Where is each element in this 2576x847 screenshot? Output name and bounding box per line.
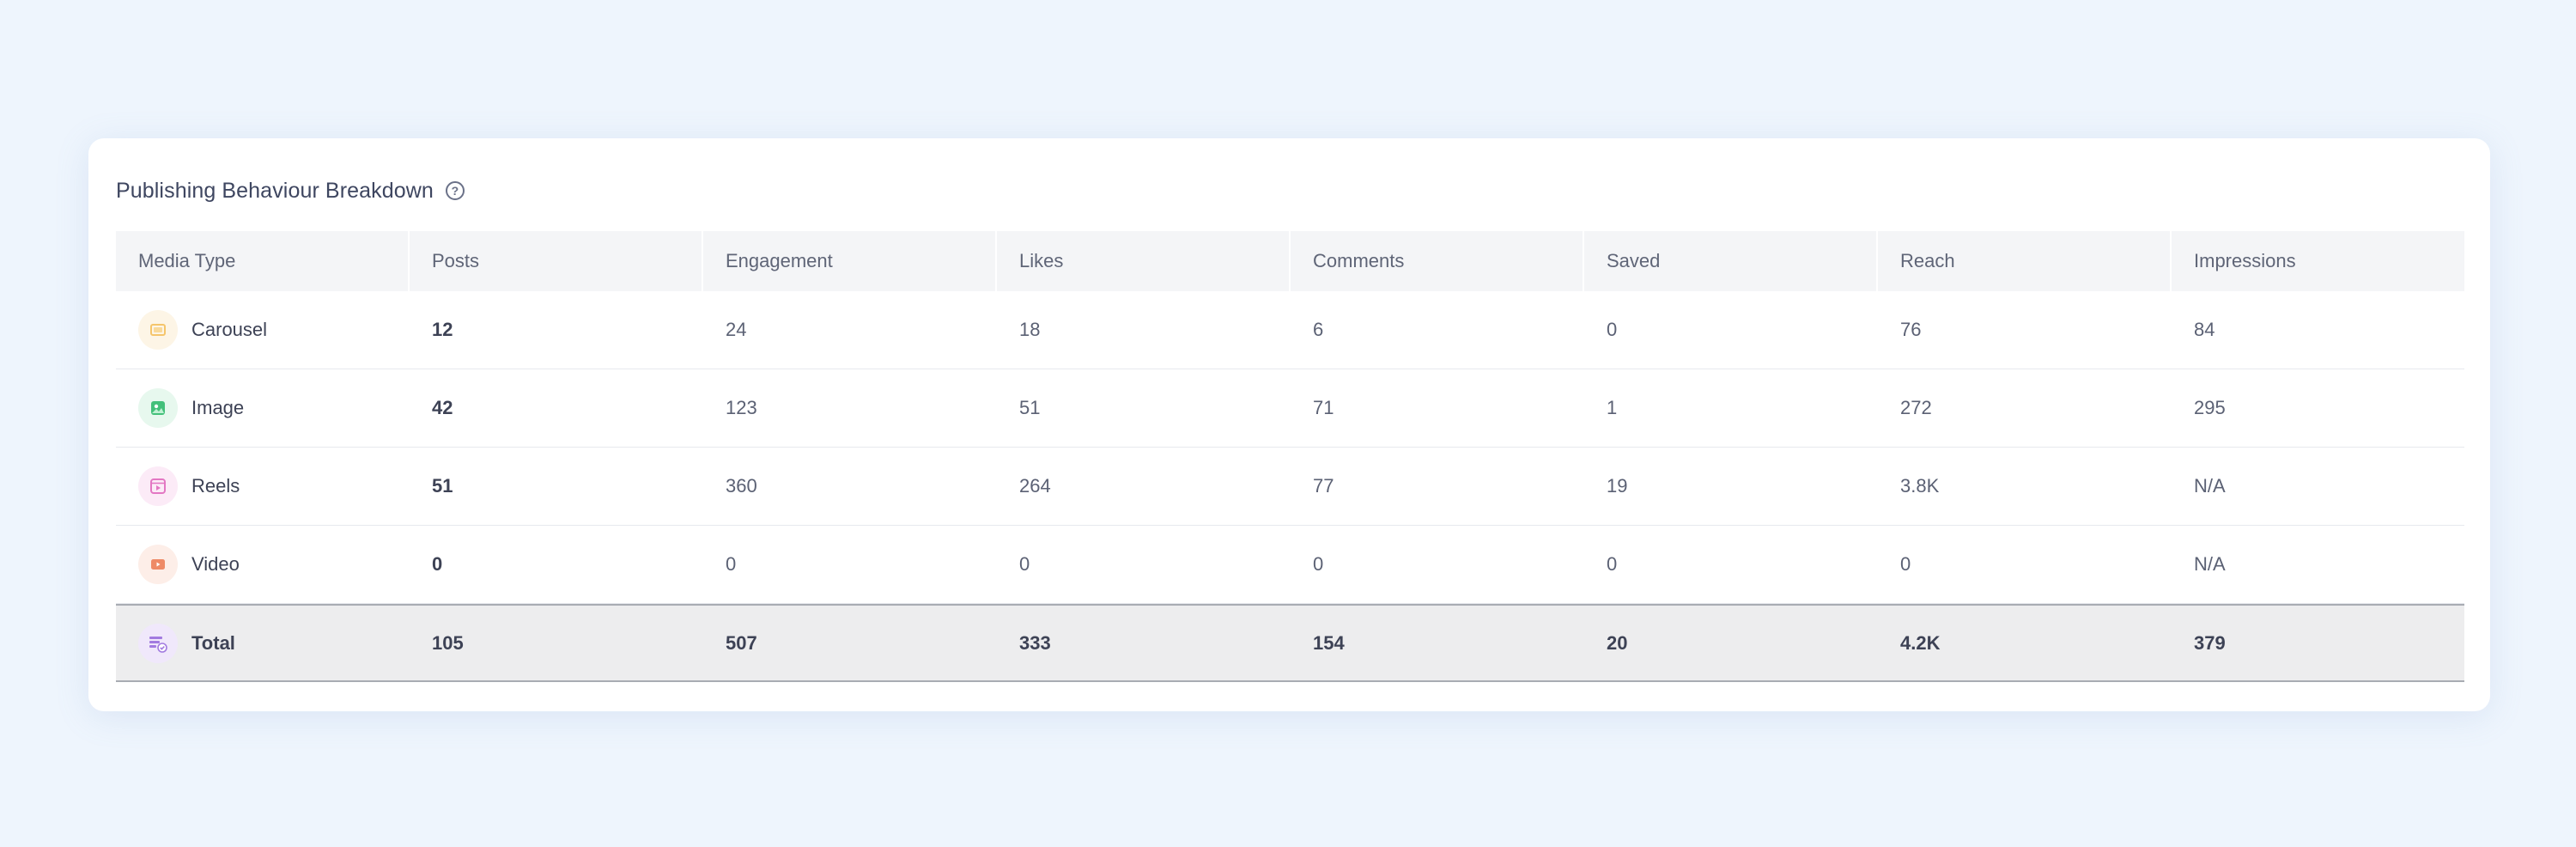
media-type-label: Carousel bbox=[191, 319, 268, 340]
column-header-saved[interactable]: Saved bbox=[1584, 231, 1878, 291]
publishing-behaviour-card: Publishing Behaviour Breakdown ? Media T… bbox=[88, 138, 2490, 711]
help-icon[interactable]: ? bbox=[445, 181, 465, 200]
comments-value: 77 bbox=[1313, 475, 1334, 497]
media-type-label: Video bbox=[191, 553, 240, 575]
reach-value: 272 bbox=[1900, 397, 1932, 418]
table-row: Reels 51 360 264 77 19 3.8K N/A bbox=[116, 448, 2464, 526]
media-type-label: Total bbox=[191, 631, 235, 654]
media-type-cell: Video bbox=[138, 545, 240, 584]
reach-value: 3.8K bbox=[1900, 475, 1940, 497]
image-icon bbox=[138, 388, 178, 428]
engagement-total: 507 bbox=[726, 631, 757, 654]
posts-value: 51 bbox=[432, 475, 453, 497]
card-title: Publishing Behaviour Breakdown bbox=[116, 178, 434, 203]
reach-value: 76 bbox=[1900, 319, 1922, 340]
saved-value: 0 bbox=[1607, 319, 1618, 340]
media-type-cell: Reels bbox=[138, 466, 240, 506]
posts-value: 12 bbox=[432, 319, 453, 340]
comments-total: 154 bbox=[1313, 631, 1345, 654]
saved-value: 19 bbox=[1607, 475, 1628, 497]
column-header-engagement[interactable]: Engagement bbox=[703, 231, 997, 291]
media-type-label: Image bbox=[191, 397, 245, 418]
impressions-total: 379 bbox=[2194, 631, 2226, 654]
impressions-value: N/A bbox=[2194, 553, 2226, 575]
impressions-value: 84 bbox=[2194, 319, 2215, 340]
table-total-row: Total 105 507 333 154 20 4.2K 379 bbox=[116, 604, 2464, 682]
reels-icon bbox=[138, 466, 178, 506]
impressions-value: N/A bbox=[2194, 475, 2226, 497]
comments-value: 0 bbox=[1313, 553, 1324, 575]
engagement-value: 360 bbox=[726, 475, 757, 497]
column-header-comments[interactable]: Comments bbox=[1291, 231, 1584, 291]
comments-value: 6 bbox=[1313, 319, 1324, 340]
likes-total: 333 bbox=[1019, 631, 1051, 654]
media-type-cell: Image bbox=[138, 388, 244, 428]
reach-value: 0 bbox=[1900, 553, 1911, 575]
engagement-value: 123 bbox=[726, 397, 757, 418]
column-header-media-type[interactable]: Media Type bbox=[116, 231, 410, 291]
column-header-reach[interactable]: Reach bbox=[1878, 231, 2172, 291]
carousel-icon bbox=[138, 310, 178, 350]
saved-total: 20 bbox=[1607, 631, 1628, 654]
media-type-cell: Total bbox=[138, 623, 235, 663]
table-header-row: Media Type Posts Engagement Likes Commen… bbox=[116, 231, 2464, 291]
media-type-cell: Carousel bbox=[138, 310, 267, 350]
likes-value: 264 bbox=[1019, 475, 1051, 497]
engagement-value: 24 bbox=[726, 319, 747, 340]
table-row: Image 42 123 51 71 1 272 295 bbox=[116, 369, 2464, 448]
total-icon bbox=[138, 623, 178, 663]
saved-value: 0 bbox=[1607, 553, 1618, 575]
table-row: Carousel 12 24 18 6 0 76 84 bbox=[116, 291, 2464, 369]
column-header-likes[interactable]: Likes bbox=[997, 231, 1291, 291]
posts-value: 0 bbox=[432, 553, 443, 575]
media-type-label: Reels bbox=[191, 475, 240, 497]
column-header-impressions[interactable]: Impressions bbox=[2172, 231, 2464, 291]
video-icon bbox=[138, 545, 178, 584]
column-header-posts[interactable]: Posts bbox=[410, 231, 703, 291]
likes-value: 18 bbox=[1019, 319, 1041, 340]
posts-total: 105 bbox=[432, 631, 464, 654]
reach-total: 4.2K bbox=[1900, 631, 1941, 654]
impressions-value: 295 bbox=[2194, 397, 2226, 418]
engagement-value: 0 bbox=[726, 553, 737, 575]
table-row: Video 0 0 0 0 0 0 N/A bbox=[116, 526, 2464, 604]
likes-value: 0 bbox=[1019, 553, 1030, 575]
saved-value: 1 bbox=[1607, 397, 1618, 418]
likes-value: 51 bbox=[1019, 397, 1041, 418]
posts-value: 42 bbox=[432, 397, 453, 418]
breakdown-table: Media Type Posts Engagement Likes Commen… bbox=[116, 231, 2464, 682]
comments-value: 71 bbox=[1313, 397, 1334, 418]
card-header: Publishing Behaviour Breakdown ? bbox=[116, 169, 465, 212]
